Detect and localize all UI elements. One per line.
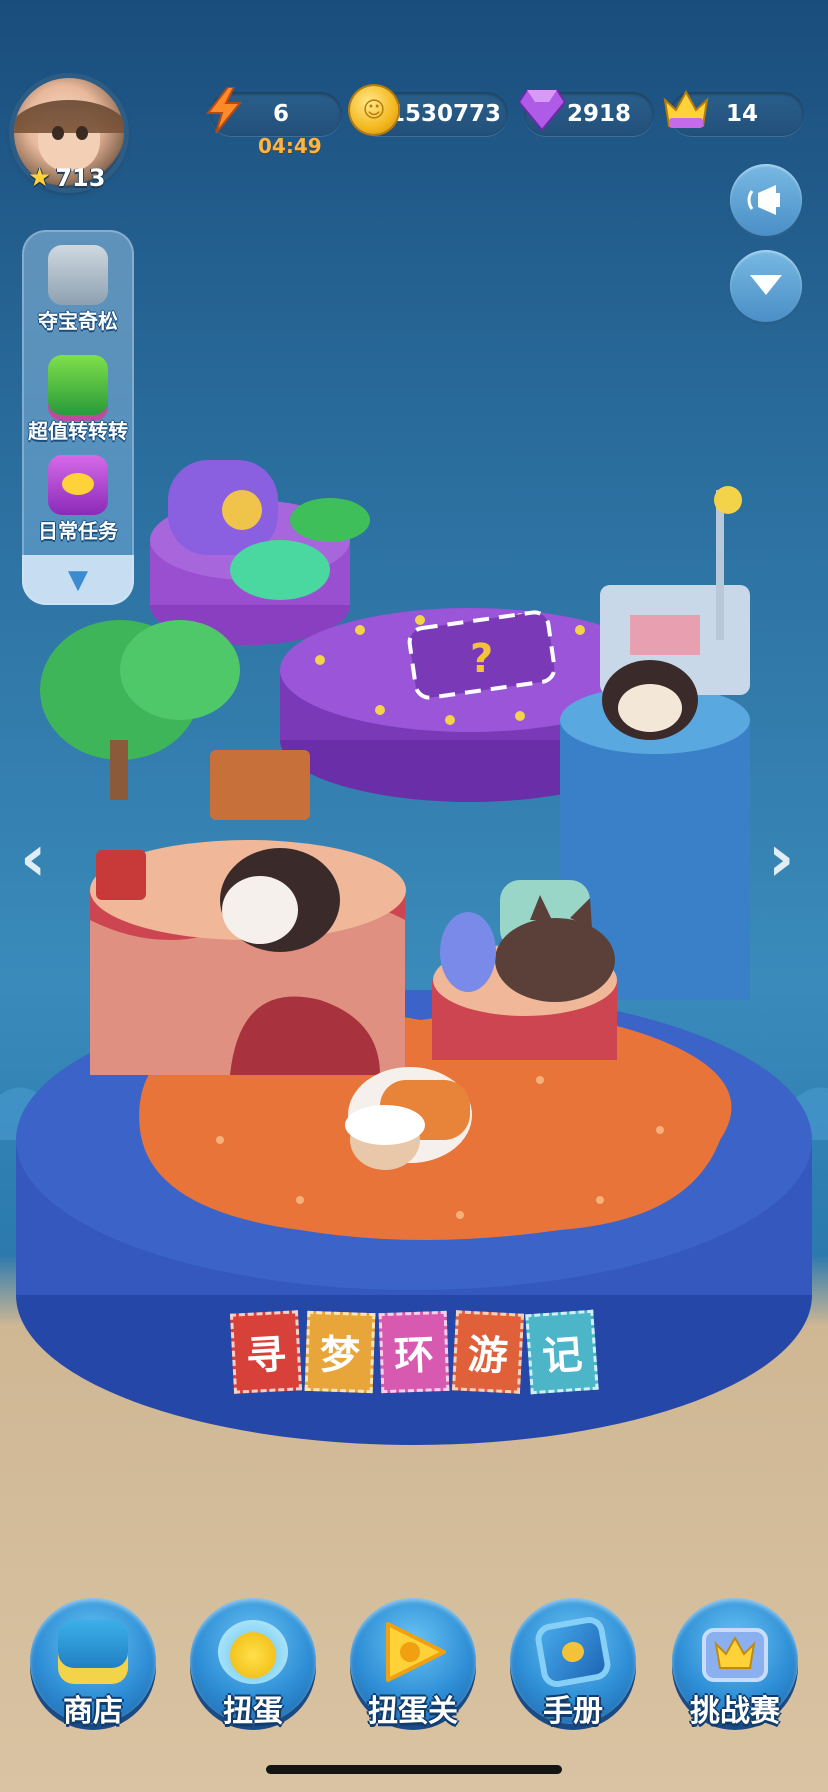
title-tile-char: 记 — [540, 1331, 584, 1381]
energy-value: 6 — [272, 101, 289, 127]
game-board-scene: ? — [0, 460, 828, 1445]
star-count-value: 713 — [55, 164, 106, 192]
title-tile: 梦 — [304, 1310, 376, 1394]
side-item-treasure[interactable]: 夺宝奇松 — [22, 245, 134, 345]
avatar-eye — [76, 126, 88, 140]
title-tile: 寻 — [229, 1310, 303, 1394]
play-icon — [386, 1622, 446, 1682]
announcement-button[interactable] — [730, 164, 802, 236]
crown-value: 14 — [725, 101, 758, 127]
home-indicator[interactable] — [266, 1765, 562, 1774]
star-icon: ★ — [28, 163, 52, 193]
slot-machine-icon — [48, 355, 108, 415]
title-tile: 环 — [378, 1310, 450, 1394]
nav-label: 商店 — [63, 1694, 123, 1729]
gem-icon — [518, 86, 566, 134]
nav-label: 扭蛋 — [223, 1694, 283, 1729]
nav-label: 扭蛋关 — [368, 1694, 458, 1729]
nav-shop-button[interactable]: 商店 — [30, 1598, 156, 1729]
svg-text:?: ? — [470, 636, 493, 682]
crown-icon — [662, 86, 710, 134]
title-tile: 游 — [451, 1310, 525, 1394]
nav-label: 手册 — [543, 1694, 603, 1729]
avatar-eye — [52, 126, 64, 140]
coin-icon: ☺ — [350, 86, 398, 134]
side-item-label: 夺宝奇松 — [38, 309, 118, 333]
nav-gacha-button[interactable]: 扭蛋 — [190, 1598, 316, 1729]
area-title-banner: 寻 梦 环 游 记 — [229, 1309, 599, 1395]
treasure-icon — [48, 245, 108, 305]
player-star-count: ★ 713 — [28, 163, 106, 193]
coin-value: 1530773 — [388, 101, 502, 127]
title-tile-char: 梦 — [319, 1332, 361, 1380]
nav-challenge-button[interactable]: 挑战赛 — [672, 1598, 798, 1729]
title-tile-char: 环 — [393, 1332, 435, 1380]
title-tile: 记 — [525, 1309, 599, 1395]
nav-label: 挑战赛 — [690, 1694, 780, 1729]
nav-gacha-level-button[interactable]: 扭蛋关 — [350, 1598, 476, 1729]
lightning-icon — [200, 86, 248, 134]
nav-handbook-button[interactable]: 手册 — [510, 1598, 636, 1729]
expand-menu-button[interactable] — [730, 250, 802, 322]
title-tile-char: 游 — [466, 1331, 509, 1381]
chevron-down-icon — [750, 275, 782, 295]
energy-timer: 04:49 — [258, 134, 322, 158]
shop-icon — [58, 1620, 128, 1684]
gem-value: 2918 — [566, 101, 631, 127]
handbook-icon — [532, 1614, 614, 1690]
title-tile-char: 寻 — [245, 1331, 288, 1381]
megaphone-icon — [747, 185, 780, 215]
challenge-crown-icon — [702, 1628, 768, 1682]
gacha-icon — [218, 1620, 288, 1684]
